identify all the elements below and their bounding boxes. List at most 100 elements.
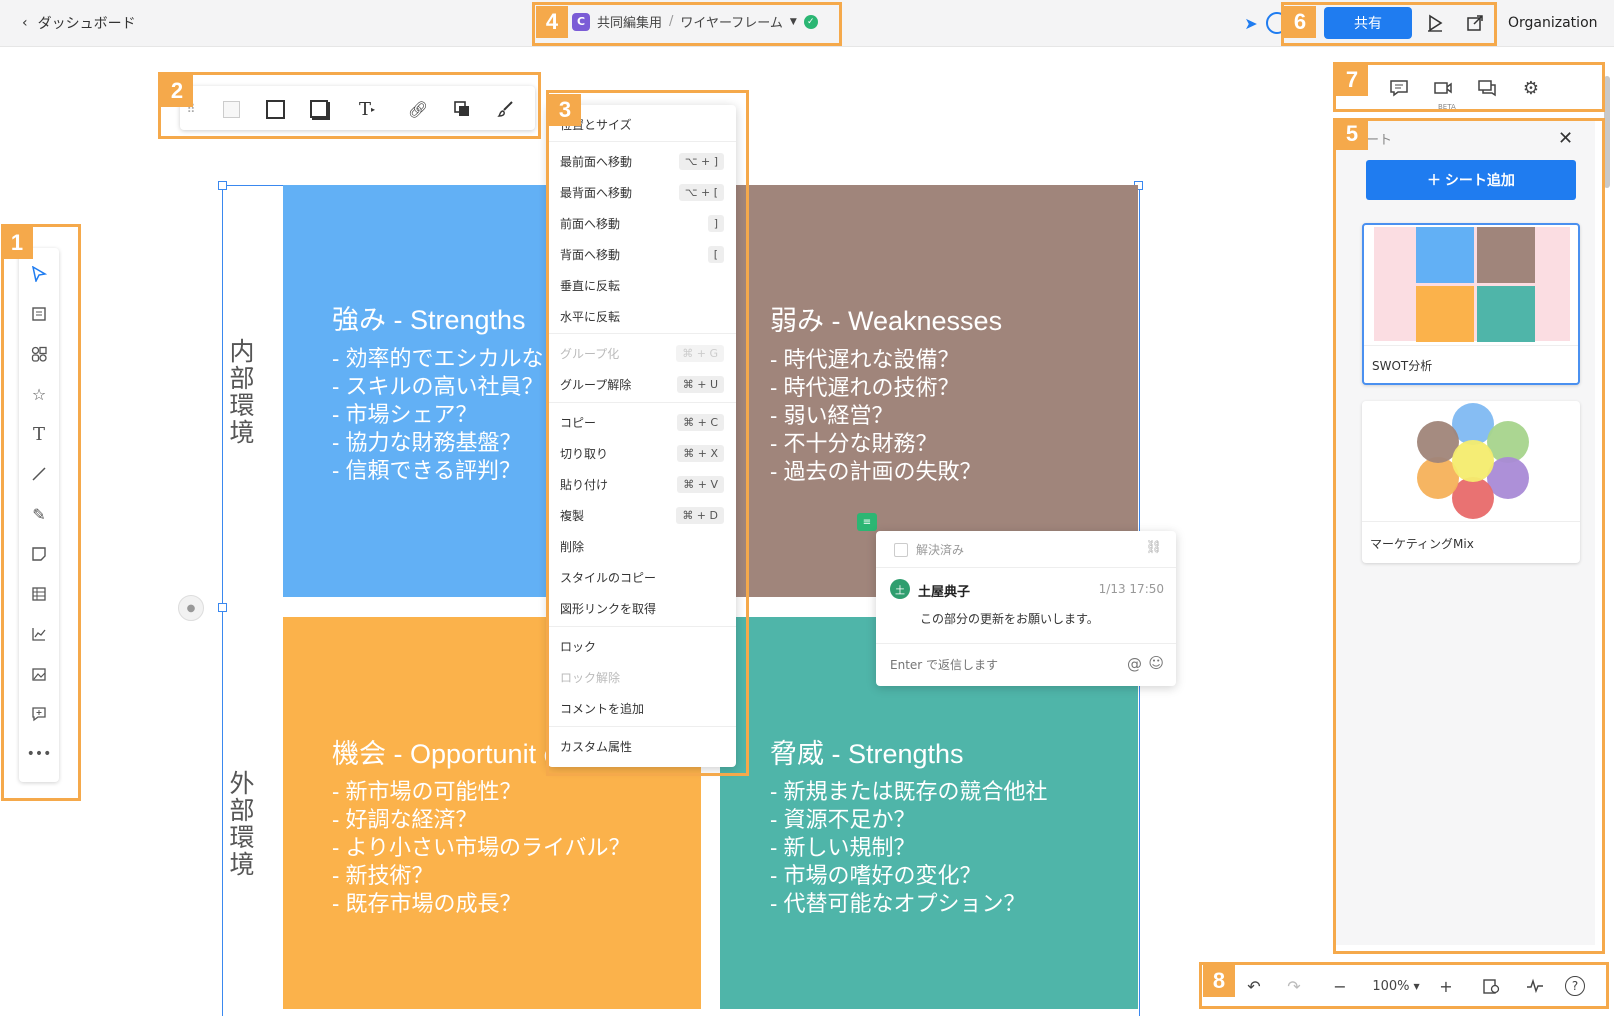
menu-item-custom-attributes[interactable]: カスタム属性 [560, 733, 724, 759]
share-button[interactable]: 共有 [1324, 7, 1412, 39]
shapes-icon[interactable] [27, 342, 51, 366]
chart-icon[interactable] [27, 622, 51, 646]
emoji-icon[interactable]: ☺ [1148, 654, 1164, 672]
menu-item-copy-style[interactable]: スタイルのコピー [560, 564, 724, 590]
sticky-note-icon[interactable] [27, 542, 51, 566]
menu-item-shortcut: ⌥ + ] [678, 152, 724, 170]
menu-item-cut[interactable]: 切り取り ⌘ + X [560, 440, 724, 466]
list-item: - 新技術？ [332, 863, 434, 888]
menu-item-label: グループ化 [560, 346, 620, 361]
text-tool-icon[interactable]: T [27, 422, 51, 446]
back-label: ダッシュボード [37, 16, 136, 32]
more-icon[interactable]: ••• [27, 742, 52, 766]
close-icon[interactable]: ✕ [1558, 128, 1573, 149]
redo-icon[interactable]: ↷ [1282, 974, 1306, 998]
menu-item-label: ロック [560, 639, 597, 654]
brush-icon[interactable] [493, 96, 519, 122]
weaknesses-title: 弱み - Weaknesses [770, 306, 1003, 336]
arrange-icon[interactable] [449, 96, 475, 122]
callout-number-1: 1 [1, 227, 33, 259]
zoom-out-button[interactable]: − [1330, 974, 1350, 998]
menu-item-group[interactable]: グループ化 ⌘ + G [560, 340, 724, 366]
shadow-icon[interactable] [306, 96, 332, 122]
menu-item-send-backward[interactable]: 背面へ移動 [ [560, 241, 724, 267]
sheet-card-swot[interactable]: SWOT分析 [1362, 223, 1580, 385]
text-format-icon[interactable]: T ▸ [350, 96, 384, 122]
menu-item-send-to-back[interactable]: 最背面へ移動 ⌥ + [ [560, 179, 724, 205]
chevron-down-icon[interactable]: ▼ [790, 17, 797, 27]
callout-number-5: 5 [1336, 118, 1368, 150]
weaknesses-list: - 時代遅れな設備？ - 時代遅れの技術？ - 弱い経営？ - 不十分な財務？ … [770, 346, 981, 486]
sheet-card-marketing-mix[interactable]: マーケティングMix [1362, 401, 1580, 563]
sheets-panel-title: ート [1366, 133, 1393, 148]
menu-item-duplicate[interactable]: 複製 ⌘ + D [560, 502, 724, 528]
select-pointer-icon[interactable] [27, 262, 51, 286]
organization-label[interactable]: Organization [1508, 15, 1598, 31]
comments-tab-icon[interactable] [1385, 74, 1413, 102]
star-icon[interactable]: ☆ [27, 382, 51, 406]
border-style-icon[interactable] [262, 96, 288, 122]
callout-number-3: 3 [549, 94, 581, 126]
menu-item-label: スタイルのコピー [560, 570, 657, 585]
menu-item-label: 最背面へ移動 [560, 185, 633, 200]
chat-tab-icon[interactable] [1473, 74, 1501, 102]
resolved-checkbox[interactable] [894, 543, 908, 557]
play-icon[interactable] [1422, 10, 1448, 36]
left-toolbar: ☆ T ✎ ••• [19, 248, 59, 782]
menu-item-add-comment[interactable]: コメントを追加 [560, 695, 724, 721]
menu-item-bring-forward[interactable]: 前面へ移動] [560, 210, 724, 236]
reply-input[interactable] [888, 651, 1112, 679]
resolved-label: 解決済み [916, 543, 965, 557]
export-icon[interactable] [1462, 10, 1488, 36]
cursor-presence-icon[interactable]: ➤ [1238, 10, 1264, 36]
connector-handle[interactable]: ● [178, 595, 204, 621]
add-sheet-button[interactable]: ＋ シート追加 [1366, 160, 1576, 200]
internal-environment-label: 内部環境 [226, 338, 255, 446]
list-item: - 時代遅れな設備？ [770, 347, 960, 372]
menu-item-delete[interactable]: 削除 [560, 533, 724, 559]
menu-item-flip-horizontal[interactable]: 水平に反転 [560, 303, 724, 329]
list-item: - 時代遅れの技術？ [770, 375, 960, 400]
menu-item-unlock[interactable]: ロック解除 [560, 664, 724, 690]
list-item: - 信頼できる評判？ [332, 458, 521, 483]
zoom-select[interactable]: 100% ▼ [1366, 974, 1426, 998]
template-icon[interactable] [27, 302, 51, 326]
breadcrumb-file[interactable]: ワイヤーフレーム [680, 12, 782, 31]
mention-icon[interactable]: @ [1127, 655, 1142, 673]
undo-icon[interactable]: ↶ [1242, 974, 1266, 998]
menu-item-paste[interactable]: 貼り付け ⌘ + V [560, 471, 724, 497]
menu-item-ungroup[interactable]: グループ解除 ⌘ + U [560, 371, 724, 397]
help-icon[interactable]: ? [1562, 974, 1588, 998]
comment-marker-icon[interactable]: ≡ [857, 513, 877, 531]
image-icon[interactable] [27, 662, 51, 686]
menu-item-label: 前面へ移動 [560, 216, 621, 231]
line-tool-icon[interactable] [27, 462, 51, 486]
add-comment-icon[interactable] [27, 702, 51, 726]
pen-tool-icon[interactable]: ✎ [27, 502, 51, 526]
back-to-dashboard-link[interactable]: ‹ ダッシュボード [22, 13, 136, 33]
history-icon[interactable] [1478, 974, 1504, 998]
list-item: - 新市場の可能性？ [332, 779, 522, 804]
menu-item-copy[interactable]: コピー ⌘ + C [560, 409, 724, 435]
beta-badge: BETA [1438, 103, 1456, 111]
menu-item-get-shape-link[interactable]: 図形リンクを取得 [560, 595, 724, 621]
video-tab-icon[interactable] [1429, 74, 1457, 102]
table-icon[interactable] [27, 582, 51, 606]
activity-icon[interactable] [1522, 974, 1548, 998]
link-icon[interactable]: 🔗︎ [405, 96, 431, 122]
menu-item-label: 削除 [560, 539, 585, 554]
external-environment-label: 外部環境 [226, 770, 255, 878]
resize-handle-middle-left[interactable] [218, 603, 227, 612]
fill-color-icon[interactable] [218, 96, 244, 122]
menu-item-shortcut: ⌘ + U [676, 375, 724, 393]
saved-check-icon: ✓ [803, 14, 818, 29]
panel-scrollbar[interactable] [1604, 76, 1610, 188]
breadcrumb-folder[interactable]: 共同編集用 [597, 12, 662, 31]
resize-handle-top-left[interactable] [218, 181, 227, 190]
comment-link-icon[interactable]: ⛓ [1145, 540, 1162, 555]
settings-gear-icon[interactable]: ⚙ [1517, 74, 1545, 102]
menu-item-bring-to-front[interactable]: 最前面へ移動 ⌥ + ] [560, 148, 724, 174]
menu-item-flip-vertical[interactable]: 垂直に反転 [560, 272, 724, 298]
zoom-in-button[interactable]: + [1436, 974, 1456, 998]
menu-item-lock[interactable]: ロック [560, 633, 724, 659]
